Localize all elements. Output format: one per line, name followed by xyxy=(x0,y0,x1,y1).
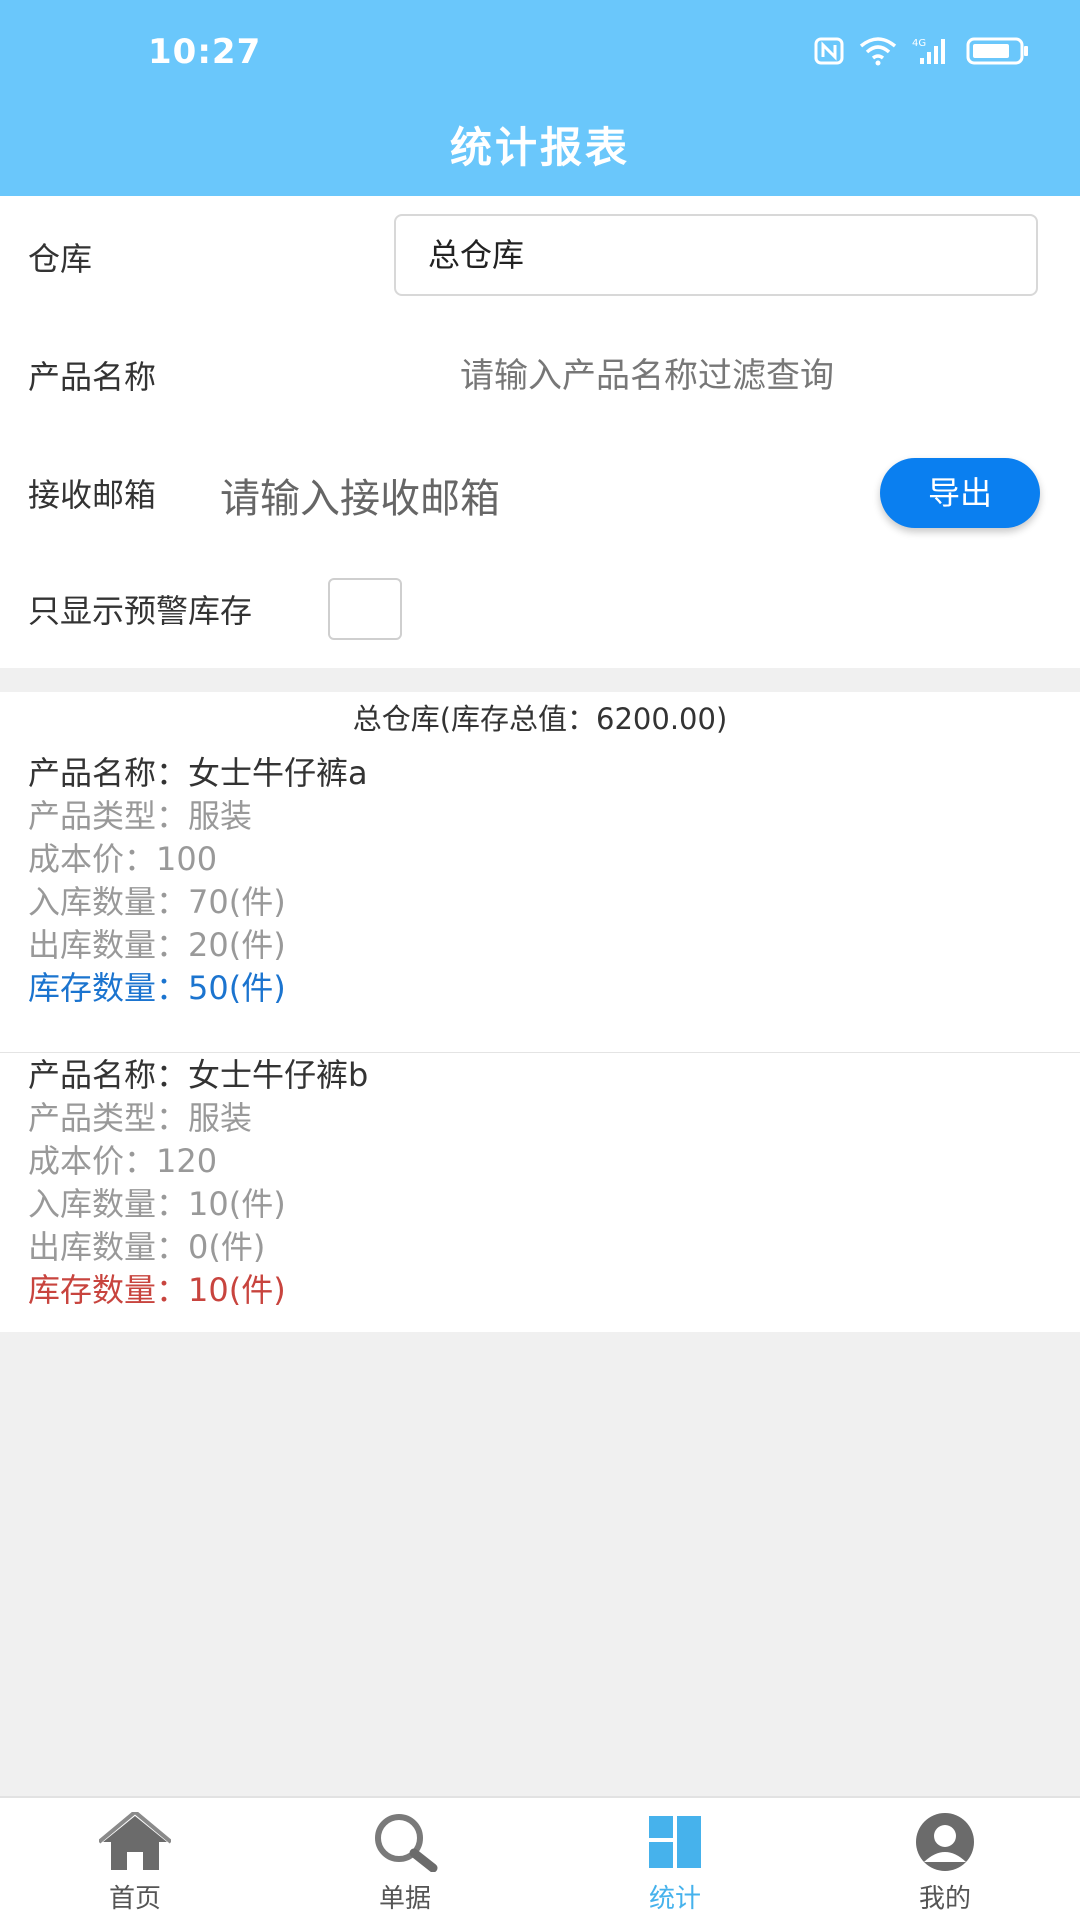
product-out-qty: 出库数量：20(件) xyxy=(28,926,286,964)
product-type: 产品类型：服装 xyxy=(28,1099,253,1137)
product-stock: 库存数量：50(件) xyxy=(28,969,286,1007)
wifi-icon xyxy=(858,36,898,70)
nav-item-profile[interactable]: 我的 xyxy=(810,1798,1080,1922)
search-icon xyxy=(375,1814,438,1872)
email-input[interactable]: 请输入接收邮箱 xyxy=(220,466,500,524)
stats-icon xyxy=(649,1816,701,1868)
warehouse-select[interactable]: 总仓库 xyxy=(394,214,1038,296)
product-out-qty: 出库数量：0(件) xyxy=(28,1228,266,1266)
nav-item-stats[interactable]: 统计 xyxy=(540,1798,810,1922)
app-header: 10:27 4G 统计报表 xyxy=(0,0,1080,196)
user-icon xyxy=(916,1813,974,1871)
nav-item-documents[interactable]: 单据 xyxy=(270,1798,540,1922)
home-icon xyxy=(99,1812,171,1870)
product-card[interactable]: 产品名称：女士牛仔裤a 产品类型：服装 成本价：100 入库数量：70(件) 出… xyxy=(0,752,1080,1053)
product-name-label: 产品名称 xyxy=(28,358,157,396)
product-cost: 成本价：120 xyxy=(28,1142,218,1180)
product-type: 产品类型：服装 xyxy=(28,797,253,835)
network-type: 4G xyxy=(912,38,926,49)
nav-label-stats: 统计 xyxy=(648,1884,701,1914)
product-stock: 库存数量：10(件) xyxy=(28,1271,286,1309)
product-card[interactable]: 产品名称：女士牛仔裤b 产品类型：服装 成本价：120 入库数量：10(件) 出… xyxy=(0,1054,1080,1354)
filter-form: 仓库 总仓库 产品名称 请输入产品名称过滤查询 接收邮箱 请输入接收邮箱 导出 … xyxy=(0,196,1080,668)
report-results: 总仓库(库存总值：6200.00) 产品名称：女士牛仔裤a 产品类型：服装 成本… xyxy=(0,692,1080,1332)
warehouse-label: 仓库 xyxy=(28,240,93,278)
email-label: 接收邮箱 xyxy=(28,476,157,514)
product-name: 产品名称：女士牛仔裤a xyxy=(28,754,368,792)
bottom-nav: 首页 单据 统计 我的 xyxy=(0,1796,1080,1922)
status-bar: 10:27 4G xyxy=(0,0,1080,110)
product-in-qty: 入库数量：70(件) xyxy=(28,883,286,921)
nav-label-home: 首页 xyxy=(108,1884,161,1914)
nav-label-documents: 单据 xyxy=(378,1884,431,1914)
nav-label-profile: 我的 xyxy=(918,1884,971,1914)
status-time: 10:27 xyxy=(148,32,262,72)
warehouse-summary: 总仓库(库存总值：6200.00) xyxy=(352,702,728,736)
product-name-input[interactable]: 请输入产品名称过滤查询 xyxy=(460,348,834,397)
product-cost: 成本价：100 xyxy=(28,840,218,878)
warning-stock-checkbox[interactable] xyxy=(328,578,402,640)
page-title: 统计报表 xyxy=(449,123,630,172)
product-in-qty: 入库数量：10(件) xyxy=(28,1185,286,1223)
export-button[interactable]: 导出 xyxy=(880,458,1040,528)
cellular-signal-icon: 4G xyxy=(912,36,952,70)
warning-stock-label: 只显示预警库存 xyxy=(28,592,253,630)
nfc-icon xyxy=(814,37,844,69)
status-icons: 4G xyxy=(814,36,1030,70)
product-name: 产品名称：女士牛仔裤b xyxy=(28,1056,369,1094)
nav-item-home[interactable]: 首页 xyxy=(0,1798,270,1922)
battery-icon xyxy=(966,36,1030,70)
